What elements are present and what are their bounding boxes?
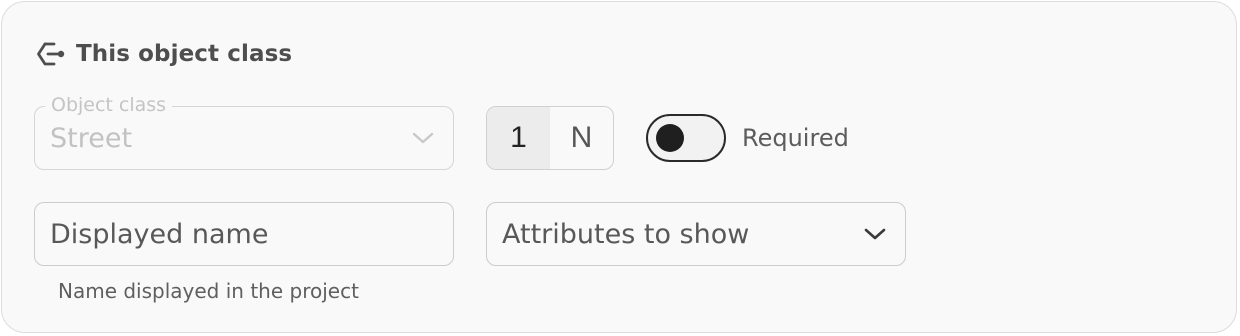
section-title: This object class — [76, 41, 293, 67]
cardinality-toggle: 1 N — [486, 106, 614, 170]
required-label: Required — [742, 124, 849, 152]
attributes-placeholder: Attributes to show — [502, 219, 750, 250]
attributes-select[interactable]: Attributes to show — [486, 202, 906, 266]
displayed-name-input[interactable] — [34, 202, 454, 266]
displayed-name-helper: Name displayed in the project — [58, 279, 359, 303]
chevron-down-icon — [863, 225, 887, 247]
object-class-value: Street — [50, 123, 133, 154]
cardinality-many-button[interactable]: N — [550, 107, 613, 169]
section-header: This object class — [36, 39, 292, 69]
switch-knob — [656, 124, 684, 152]
object-class-select: Object class Street — [34, 93, 454, 170]
object-class-card: This object class Object class Street 1 … — [1, 1, 1237, 333]
object-class-label: Object class — [45, 93, 173, 117]
chevron-down-icon — [411, 129, 435, 151]
object-class-icon — [36, 41, 66, 67]
cardinality-one-button[interactable]: 1 — [487, 107, 550, 169]
required-switch[interactable] — [646, 114, 726, 162]
